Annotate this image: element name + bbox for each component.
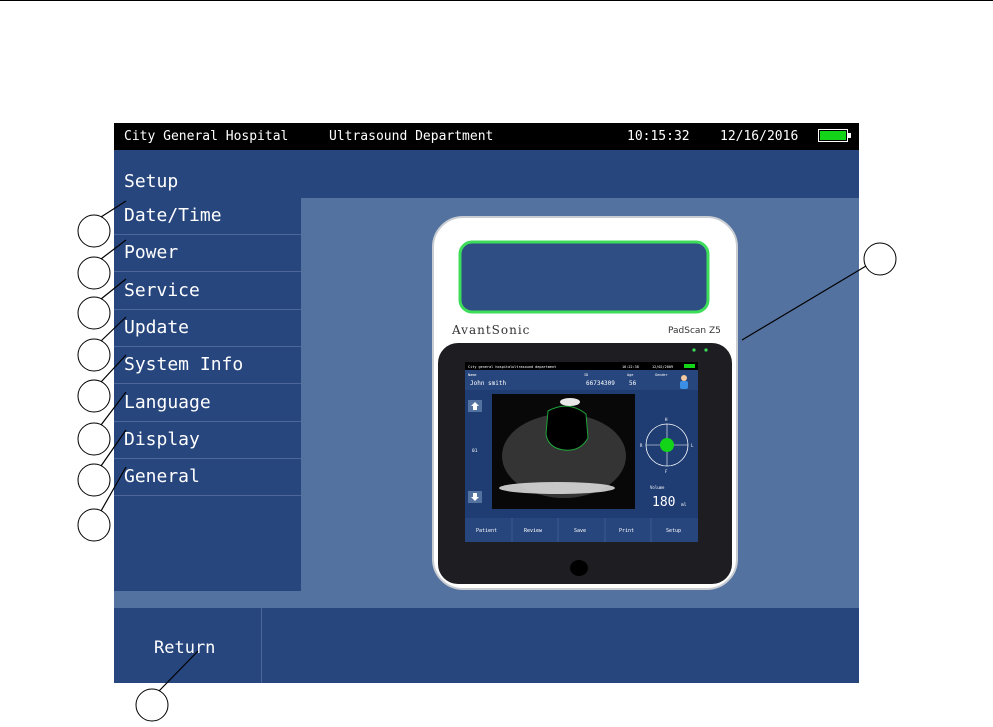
callout-circle xyxy=(77,214,111,248)
callout-circle xyxy=(77,296,111,330)
callout-line xyxy=(741,265,867,341)
callout-circle xyxy=(77,508,111,542)
callout-circle xyxy=(77,256,111,290)
callout-line xyxy=(100,200,127,218)
callout-line xyxy=(158,650,199,692)
callout-circle xyxy=(77,422,111,456)
callout-circle xyxy=(77,379,111,413)
callout-circle xyxy=(77,338,111,372)
callout-circle xyxy=(863,242,897,276)
callout-circle xyxy=(77,463,111,497)
callout-annotations xyxy=(77,200,897,722)
callout-circle xyxy=(135,688,169,722)
